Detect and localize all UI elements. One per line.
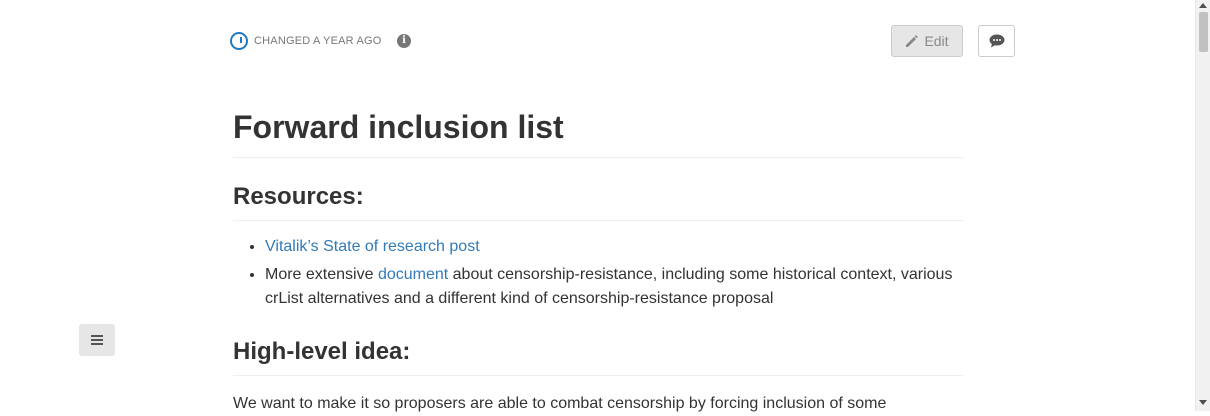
power-icon (230, 32, 248, 50)
document-content: Forward inclusion list Resources: Vitali… (233, 100, 963, 416)
scroll-up-arrow-icon[interactable] (1199, 3, 1207, 8)
list-item: Vitalik’s State of research post (265, 235, 963, 259)
status-bar: CHANGED A YEAR AGO (230, 30, 382, 52)
menu-icon (91, 335, 103, 345)
document-link[interactable]: document (378, 266, 448, 283)
scroll-down-arrow-icon[interactable] (1199, 400, 1207, 405)
info-icon[interactable]: i (397, 34, 411, 48)
resources-heading: Resources: (233, 182, 963, 221)
edit-button[interactable]: Edit (891, 25, 963, 57)
page-title: Forward inclusion list (233, 109, 963, 158)
vertical-scrollbar[interactable] (1195, 0, 1210, 411)
comment-icon (989, 34, 1004, 48)
scrollbar-thumb[interactable] (1199, 12, 1208, 52)
pencil-icon (906, 34, 919, 47)
changed-timestamp: CHANGED A YEAR AGO (254, 35, 382, 47)
resources-list: Vitalik’s State of research post More ex… (233, 235, 963, 311)
comment-button[interactable] (978, 25, 1015, 57)
edit-label: Edit (924, 33, 949, 49)
high-level-heading: High-level idea: (233, 337, 963, 376)
list-item: More extensive document about censorship… (265, 263, 963, 311)
state-of-research-link[interactable]: Vitalik’s State of research post (265, 238, 480, 255)
toc-toggle-button[interactable] (79, 324, 115, 356)
item-text-prefix: More extensive (265, 266, 378, 283)
body-paragraph: We want to make it so proposers are able… (233, 395, 887, 412)
